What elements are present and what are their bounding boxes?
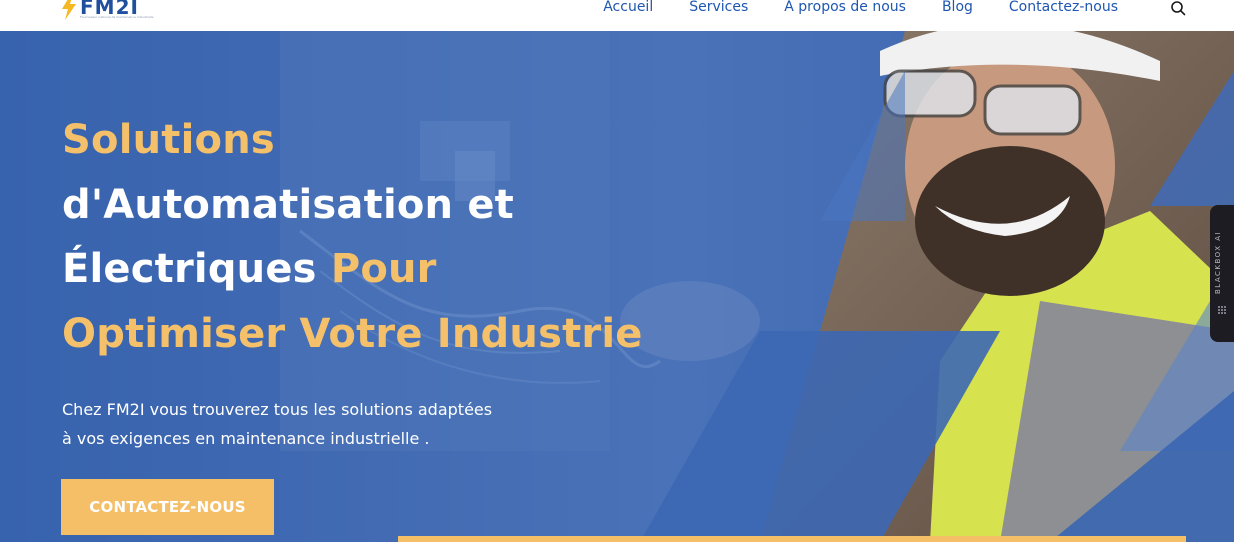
nav-item-accueil[interactable]: Accueil <box>585 0 671 16</box>
logo[interactable]: FM2I Fournisseur national de maintenance… <box>60 0 153 22</box>
hero-subtitle-line-1: Chez FM2I vous trouverez tous les soluti… <box>62 400 493 419</box>
hero-title: Solutions d'Automatisation et Électrique… <box>62 108 762 366</box>
hero-title-line-3-accent: Pour <box>316 246 437 292</box>
side-widget-label: BLACKBOX AI <box>1214 230 1222 295</box>
nav-item-services[interactable]: Services <box>671 0 766 16</box>
hero-title-line-1: Solutions <box>62 117 275 163</box>
hero-subtitle-line-2: à vos exigences en maintenance industrie… <box>62 429 430 448</box>
hero-title-line-3: Électriques Pour <box>62 237 762 302</box>
search-icon[interactable] <box>1170 0 1186 16</box>
main-nav: Accueil Services À propos de nous Blog C… <box>585 0 1136 16</box>
lightning-bolt-icon <box>62 0 76 20</box>
nav-item-a-propos[interactable]: À propos de nous <box>766 0 924 16</box>
hero-section: Solutions d'Automatisation et Électrique… <box>0 31 1234 542</box>
logo-tagline: Fournisseur national de maintenance indu… <box>80 15 154 19</box>
hero-title-line-2: d'Automatisation et <box>62 181 514 228</box>
hero-title-line-3-white: Électriques <box>62 246 317 292</box>
hero-subtitle: Chez FM2I vous trouverez tous les soluti… <box>62 395 582 453</box>
contact-us-button[interactable]: CONTACTEZ-NOUS <box>61 479 274 535</box>
site-header: FM2I Fournisseur national de maintenance… <box>0 0 1234 31</box>
nav-item-blog[interactable]: Blog <box>924 0 991 16</box>
dots-grid-icon <box>1218 306 1226 314</box>
nav-item-contact[interactable]: Contactez-nous <box>991 0 1136 16</box>
hero-title-line-4: Optimiser Votre Industrie <box>62 310 643 357</box>
blackbox-ai-side-tab[interactable]: BLACKBOX AI <box>1210 205 1234 342</box>
bottom-accent-bar <box>398 536 1186 542</box>
